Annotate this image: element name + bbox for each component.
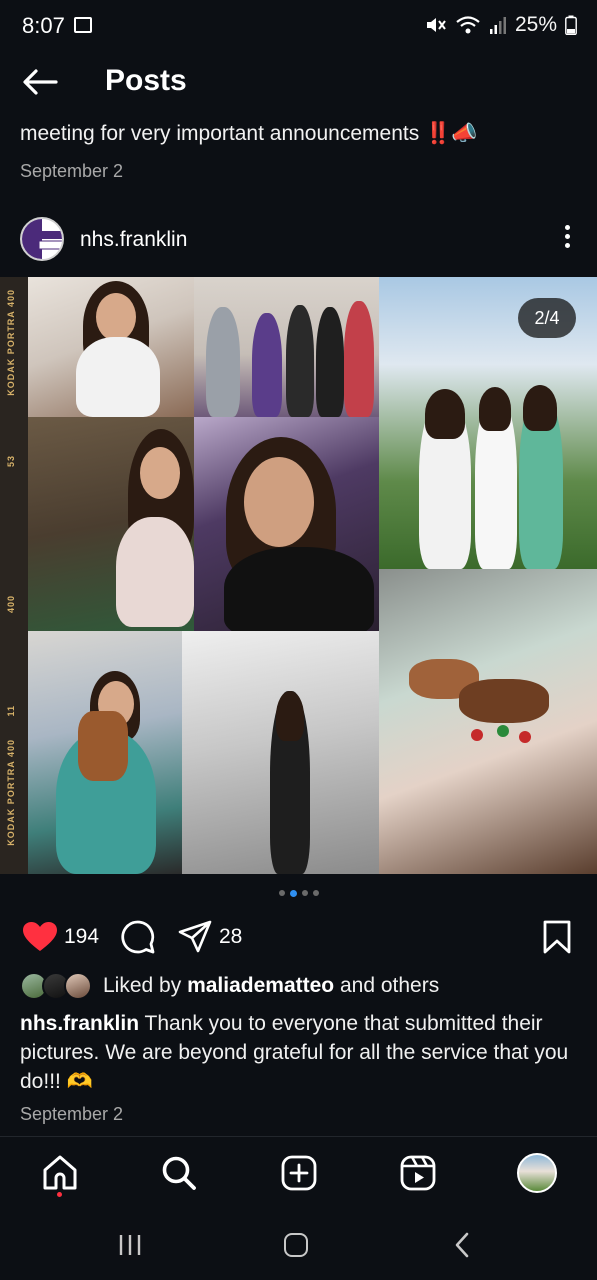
carousel-photo-dogs-pen bbox=[379, 569, 597, 874]
collage-photo-racks bbox=[182, 631, 379, 874]
recent-apps-icon[interactable] bbox=[118, 1233, 142, 1257]
liked-by-username[interactable]: maliadematteo bbox=[187, 974, 334, 997]
carousel-dots bbox=[0, 889, 597, 900]
carousel-dot-active bbox=[289, 889, 297, 897]
post-username[interactable]: nhs.franklin bbox=[80, 228, 187, 252]
signal-icon bbox=[489, 17, 506, 34]
status-bar: 8:07 25% bbox=[0, 0, 597, 52]
heart-icon[interactable] bbox=[22, 921, 58, 953]
gallery-notification-icon bbox=[74, 17, 92, 33]
more-options-icon[interactable] bbox=[563, 225, 571, 253]
status-indicators: 25% bbox=[425, 13, 577, 37]
top-bar: Posts bbox=[0, 52, 597, 112]
system-back-icon[interactable] bbox=[452, 1231, 472, 1259]
collage-photo-envelopes bbox=[28, 277, 194, 417]
like-count[interactable]: 194 bbox=[64, 925, 99, 949]
system-nav-bar bbox=[0, 1215, 597, 1280]
slide-counter-badge: 2/4 bbox=[518, 298, 576, 338]
film-strip: KODAK PORTRA 400 53 400 11 KODAK PORTRA … bbox=[0, 277, 28, 874]
home-notification-dot bbox=[57, 1192, 62, 1197]
create-post-icon[interactable] bbox=[279, 1153, 319, 1193]
account-avatar[interactable] bbox=[20, 217, 64, 261]
collage-photo-workshop bbox=[28, 417, 194, 631]
liked-by-text: Liked by maliadematteo and others bbox=[103, 974, 440, 997]
collage-photo-group bbox=[194, 277, 379, 417]
film-label: KODAK PORTRA 400 bbox=[6, 739, 16, 846]
profile-avatar[interactable] bbox=[517, 1153, 557, 1193]
post-date: September 2 bbox=[20, 1104, 124, 1124]
page-title: Posts bbox=[105, 64, 187, 97]
status-time: 8:07 bbox=[22, 13, 65, 38]
mute-icon bbox=[426, 18, 446, 32]
share-count[interactable]: 28 bbox=[219, 925, 242, 949]
film-label: 400 bbox=[6, 595, 16, 614]
liker-avatar bbox=[64, 972, 92, 1000]
bookmark-icon[interactable] bbox=[542, 920, 572, 954]
bottom-nav bbox=[0, 1137, 597, 1215]
film-label: 53 bbox=[6, 455, 16, 468]
carousel-dot bbox=[301, 890, 308, 896]
film-label: KODAK PORTRA 400 bbox=[6, 289, 16, 396]
share-icon[interactable] bbox=[178, 920, 212, 954]
reels-icon[interactable] bbox=[398, 1153, 438, 1193]
caption-username[interactable]: nhs.franklin bbox=[20, 1012, 139, 1035]
post-media-carousel[interactable]: KODAK PORTRA 400 53 400 11 KODAK PORTRA … bbox=[0, 277, 597, 874]
back-arrow-icon[interactable] bbox=[20, 66, 60, 98]
carousel-dot bbox=[312, 890, 319, 896]
post-header: nhs.franklin bbox=[0, 213, 597, 267]
previous-post-date: September 2 bbox=[20, 161, 124, 181]
film-label: 11 bbox=[6, 705, 16, 717]
carousel-dot bbox=[278, 890, 285, 896]
collage-photo-selfie bbox=[194, 417, 379, 631]
avatar-monogram bbox=[38, 229, 62, 254]
liker-avatars bbox=[20, 972, 96, 1000]
wifi-icon bbox=[456, 16, 480, 34]
comment-icon[interactable] bbox=[120, 919, 156, 955]
post-actions: 194 28 bbox=[0, 915, 597, 961]
liked-by-row[interactable]: Liked by maliadematteo and others bbox=[20, 970, 580, 1004]
battery-percent: 25% bbox=[514, 13, 557, 36]
previous-post-caption: meeting for very important announcements… bbox=[20, 122, 478, 145]
post-caption: nhs.franklin Thank you to everyone that … bbox=[20, 1009, 580, 1096]
battery-icon bbox=[565, 15, 577, 35]
home-icon[interactable] bbox=[40, 1153, 80, 1193]
collage-photo-puppy bbox=[28, 631, 182, 874]
search-icon[interactable] bbox=[159, 1153, 199, 1193]
home-button-icon[interactable] bbox=[284, 1233, 308, 1257]
